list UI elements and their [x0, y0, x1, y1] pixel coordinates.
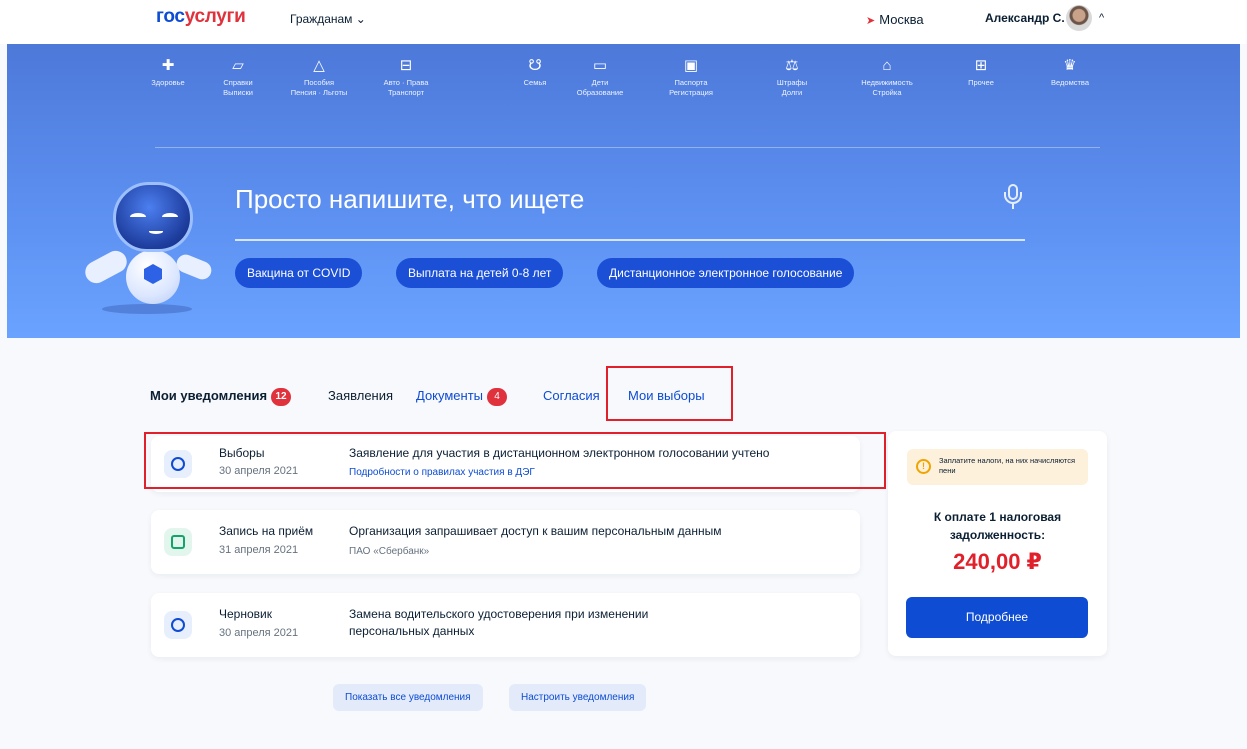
chevron-down-icon: ⌄ — [355, 12, 366, 26]
notification-category: Черновик — [219, 607, 272, 621]
notifications-count-badge: 12 — [271, 388, 292, 406]
pencil-icon — [164, 611, 192, 639]
book-icon: ▭ — [592, 57, 608, 74]
configure-notifications-button[interactable]: Настроить уведомления — [509, 684, 647, 711]
notification-date: 31 апреля 2021 — [219, 544, 299, 556]
highlight-box-elections-tab — [606, 366, 733, 421]
tax-debt-label: К оплате 1 налоговая задолженность: — [933, 510, 1062, 542]
category-11[interactable]: ♛ Ведомства — [1025, 56, 1115, 88]
gavel-icon: ⚖ — [785, 57, 799, 74]
category-label: Авто · Права — [383, 78, 429, 87]
notification-date: 30 апреля 2021 — [219, 627, 299, 639]
warning-icon: ! — [916, 459, 931, 474]
hero-banner: ✚ Здоровье ▱ Справки Выписки △ Пособия Пенсия ·… — [7, 44, 1240, 338]
tax-debt-panel: ! Заплатите налоги, на них начисляются п… — [888, 431, 1107, 656]
category-label: Пособия — [303, 78, 335, 87]
tax-warning-text: Заплатите налоги, на них начисляются пен… — [939, 456, 1076, 475]
category-3[interactable]: △ Пособия Пенсия · Льготы — [274, 56, 364, 98]
gosuslugi-logo[interactable]: госуслуги — [156, 6, 246, 28]
chip-online-voting[interactable]: Дистанционное электронное голосование — [597, 258, 855, 288]
notification-subtitle: ПАО «Сбербанк» — [349, 546, 430, 557]
tab-consents[interactable]: Согласия — [543, 388, 600, 403]
chip-covid-vaccine[interactable]: Вакцина от COVID — [235, 258, 363, 288]
microphone-icon[interactable] — [1003, 184, 1023, 210]
category-10[interactable]: ⊞ Прочее — [936, 56, 1026, 88]
house-icon: ⌂ — [882, 57, 892, 74]
grid-icon: ⊞ — [974, 57, 988, 74]
category-sublabel: Стройка — [872, 88, 902, 97]
tab-my-notifications[interactable]: Мои уведомления 12 — [150, 388, 292, 406]
top-bar: госуслуги Гражданам ⌄ ➤ Москва Александр … — [0, 0, 1247, 44]
location-arrow-icon: ➤ — [866, 15, 876, 27]
city-label: Москва — [879, 12, 924, 27]
category-label: Справки — [223, 78, 253, 87]
search-underline — [235, 239, 1025, 241]
category-7[interactable]: ▣ Паспорта Регистрация — [646, 56, 736, 98]
tab-applications[interactable]: Заявления — [328, 388, 393, 403]
category-label: Штрафы — [776, 78, 808, 87]
chevron-up-icon[interactable]: ^ — [1099, 12, 1104, 24]
category-sublabel: Регистрация — [669, 88, 713, 97]
citizens-menu-label: Гражданам — [290, 12, 353, 26]
citizens-menu[interactable]: Гражданам ⌄ — [290, 12, 366, 26]
show-all-notifications-button[interactable]: Показать все уведомления — [333, 684, 483, 711]
category-sublabel: Выписки — [223, 88, 253, 97]
bag-icon: △ — [313, 57, 325, 74]
avatar[interactable] — [1066, 5, 1092, 31]
tax-warning: ! Заплатите налоги, на них начисляются п… — [907, 449, 1088, 485]
tab-documents[interactable]: Документы 4 — [416, 388, 508, 406]
tax-debt-amount: 240,00 ₽ — [953, 549, 1042, 574]
search-input[interactable]: Просто напишите, что ищете — [235, 184, 584, 215]
chip-child-payment[interactable]: Выплата на детей 0-8 лет — [396, 258, 564, 288]
documents-count-badge: 4 — [487, 388, 508, 406]
notification-card[interactable]: Запись на приём 31 апреля 2021 Организац… — [151, 510, 860, 574]
category-label: Паспорта — [674, 78, 708, 87]
emblem-icon: ♛ — [1063, 57, 1077, 74]
category-6[interactable]: ▭ Дети Образование — [555, 56, 645, 98]
category-label: Дети — [591, 78, 609, 87]
user-name[interactable]: Александр С. — [985, 11, 1065, 25]
category-8[interactable]: ⚖ Штрафы Долги — [747, 56, 837, 98]
notification-title: Организация запрашивает доступ к вашим п… — [349, 524, 722, 538]
category-sublabel: Образование — [576, 88, 624, 97]
category-divider — [155, 147, 1100, 148]
highlight-box-elections-notification — [144, 432, 886, 489]
category-label: Прочее — [968, 78, 994, 87]
calendar-icon — [164, 528, 192, 556]
category-2[interactable]: ▱ Справки Выписки — [193, 56, 283, 98]
category-4[interactable]: ⊟ Авто · Права Транспорт — [361, 56, 451, 98]
notification-category: Запись на приём — [219, 524, 314, 538]
city-selector[interactable]: ➤ Москва — [866, 12, 924, 27]
category-label: Недвижимость — [861, 78, 913, 87]
category-nav: ✚ Здоровье ▱ Справки Выписки △ Пособия Пенсия ·… — [7, 56, 1240, 136]
car-icon: ⊟ — [399, 57, 413, 74]
folder-icon: ▱ — [232, 57, 244, 74]
category-label: Ведомства — [1051, 78, 1089, 87]
notification-card[interactable]: Черновик 30 апреля 2021 Замена водительс… — [151, 593, 860, 657]
category-sublabel: Долги — [781, 88, 803, 97]
category-sublabel: Пенсия · Льготы — [290, 88, 348, 97]
notification-title: Замена водительского удостоверения при и… — [349, 607, 649, 638]
robot-assistant-illustration — [80, 178, 220, 318]
category-9[interactable]: ⌂ Недвижимость Стройка — [842, 56, 932, 98]
passport-icon: ▣ — [683, 57, 699, 74]
tax-details-button[interactable]: Подробнее — [906, 597, 1088, 638]
category-sublabel: Транспорт — [387, 88, 425, 97]
